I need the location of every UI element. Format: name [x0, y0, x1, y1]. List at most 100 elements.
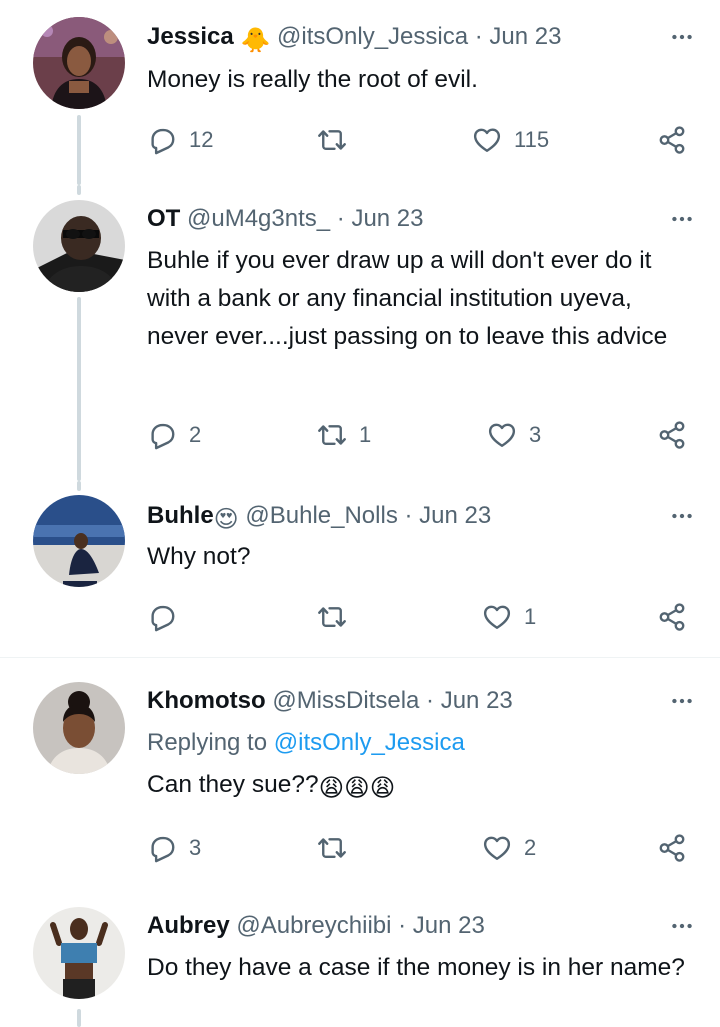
retweet-icon — [317, 833, 347, 863]
chick-emoji: 🐥 — [240, 27, 271, 54]
reply-button[interactable]: 2 — [147, 415, 201, 455]
reply-button[interactable]: 3 — [147, 828, 201, 868]
tweet-actions: 12 115 — [147, 120, 697, 160]
tweet-header: Buhle😍 @Buhle_Nolls · Jun 23 — [147, 500, 660, 533]
like-count: 3 — [529, 422, 542, 447]
display-name[interactable]: OT — [147, 205, 180, 232]
retweet-icon — [317, 602, 347, 632]
reply-icon — [147, 125, 177, 155]
handle[interactable]: @Aubreychiibi — [236, 912, 391, 939]
handle[interactable]: @itsOnly_Jessica — [277, 23, 468, 50]
thread-line — [77, 481, 81, 491]
thread-line — [77, 297, 81, 481]
avatar[interactable] — [33, 17, 125, 109]
like-button[interactable]: 2 — [482, 828, 536, 868]
tweet-aubrey[interactable]: Aubrey @Aubreychiibi · Jun 23 Do they ha… — [0, 888, 720, 1027]
tweet-text: Buhle if you ever draw up a will don't e… — [147, 247, 668, 350]
retweet-icon — [317, 420, 347, 450]
avatar[interactable] — [33, 907, 125, 999]
tweet-text: Do they have a case if the money is in h… — [147, 954, 685, 981]
reply-icon — [147, 602, 177, 632]
like-count: 115 — [514, 127, 550, 152]
heart-icon — [472, 125, 502, 155]
handle[interactable]: @Buhle_Nolls — [245, 502, 397, 529]
timestamp[interactable]: · Jun 23 — [398, 912, 485, 939]
heart-icon — [487, 420, 517, 450]
tweet-text-content: Can they sue?? — [147, 771, 319, 798]
share-icon — [657, 125, 687, 155]
avatar[interactable] — [33, 682, 125, 774]
heart-eyes-emoji: 😍 — [213, 506, 239, 533]
avatar[interactable] — [33, 495, 125, 587]
reply-button[interactable]: 12 — [147, 120, 213, 160]
reply-icon — [147, 420, 177, 450]
timestamp[interactable]: · Jun 23 — [337, 205, 424, 232]
like-count: 1 — [524, 604, 537, 629]
display-name[interactable]: Buhle — [147, 502, 214, 529]
more-dots-icon — [669, 503, 695, 529]
handle[interactable]: @MissDitsela — [272, 687, 419, 714]
like-count: 2 — [524, 835, 537, 860]
reply-count: 2 — [189, 422, 202, 447]
reply-icon — [147, 833, 177, 863]
like-button[interactable]: 115 — [472, 120, 549, 160]
tweet-header: Khomotso @MissDitsela · Jun 23 — [147, 685, 660, 717]
timestamp[interactable]: · Jun 23 — [475, 23, 562, 50]
heart-icon — [482, 833, 512, 863]
tweet-actions: 3 2 — [147, 828, 697, 868]
display-name[interactable]: Jessica — [147, 23, 234, 50]
tweet-header: OT @uM4g3nts_ · Jun 23 — [147, 203, 660, 235]
timestamp[interactable]: · Jun 23 — [404, 502, 491, 529]
heart-icon — [482, 602, 512, 632]
handle[interactable]: @uM4g3nts_ — [187, 205, 330, 232]
replying-to: Replying to @itsOnly_Jessica — [147, 727, 465, 759]
more-options-button[interactable] — [666, 685, 698, 717]
share-icon — [657, 602, 687, 632]
share-button[interactable] — [657, 828, 687, 868]
reply-count: 12 — [189, 127, 214, 152]
share-button[interactable] — [657, 415, 687, 455]
retweet-button[interactable] — [317, 120, 359, 160]
share-button[interactable] — [657, 597, 687, 637]
thread-line — [77, 115, 81, 185]
more-dots-icon — [669, 913, 695, 939]
tweet-header: Aubrey @Aubreychiibi · Jun 23 — [147, 910, 660, 942]
replying-prefix: Replying to — [147, 729, 274, 756]
like-button[interactable]: 3 — [487, 415, 541, 455]
like-button[interactable]: 1 — [482, 597, 536, 637]
more-options-button[interactable] — [666, 21, 698, 53]
share-icon — [657, 833, 687, 863]
tweet-actions: 2 1 3 — [147, 415, 697, 455]
weary-face-emoji: 😩😩😩 — [318, 775, 396, 802]
retweet-button[interactable] — [317, 828, 359, 868]
reply-button[interactable] — [147, 597, 189, 637]
retweet-icon — [317, 125, 347, 155]
retweet-button[interactable]: 1 — [317, 415, 371, 455]
timestamp[interactable]: · Jun 23 — [426, 687, 513, 714]
retweet-button[interactable] — [317, 597, 359, 637]
tweet-text: Money is really the root of evil. — [147, 66, 478, 93]
tweet-ot[interactable]: OT @uM4g3nts_ · Jun 23 Buhle if you ever… — [0, 185, 720, 481]
display-name[interactable]: Khomotso — [147, 687, 266, 714]
replying-to-handle[interactable]: @itsOnly_Jessica — [274, 729, 465, 756]
tweet-text: Can they sue??😩😩😩 — [147, 766, 697, 808]
reply-count: 3 — [189, 835, 202, 860]
more-options-button[interactable] — [666, 500, 698, 532]
thread-line — [77, 1009, 81, 1027]
thread-line — [77, 185, 81, 195]
share-icon — [657, 420, 687, 450]
more-options-button[interactable] — [666, 203, 698, 235]
display-name[interactable]: Aubrey — [147, 912, 230, 939]
tweet-text: Why not? — [147, 543, 251, 570]
avatar[interactable] — [33, 200, 125, 292]
retweet-count: 1 — [359, 422, 372, 447]
tweet-header: Jessica 🐥 @itsOnly_Jessica · Jun 23 — [147, 21, 660, 54]
tweet-khomotso[interactable]: Khomotso @MissDitsela · Jun 23 Replying … — [0, 658, 720, 888]
more-dots-icon — [669, 24, 695, 50]
more-dots-icon — [669, 688, 695, 714]
tweet-actions: 1 — [147, 597, 697, 637]
share-button[interactable] — [657, 120, 687, 160]
tweet-jessica[interactable]: Jessica 🐥 @itsOnly_Jessica · Jun 23 Mone… — [0, 0, 720, 185]
more-options-button[interactable] — [666, 910, 698, 942]
tweet-buhle[interactable]: Buhle😍 @Buhle_Nolls · Jun 23 Why not? 1 — [0, 481, 720, 658]
